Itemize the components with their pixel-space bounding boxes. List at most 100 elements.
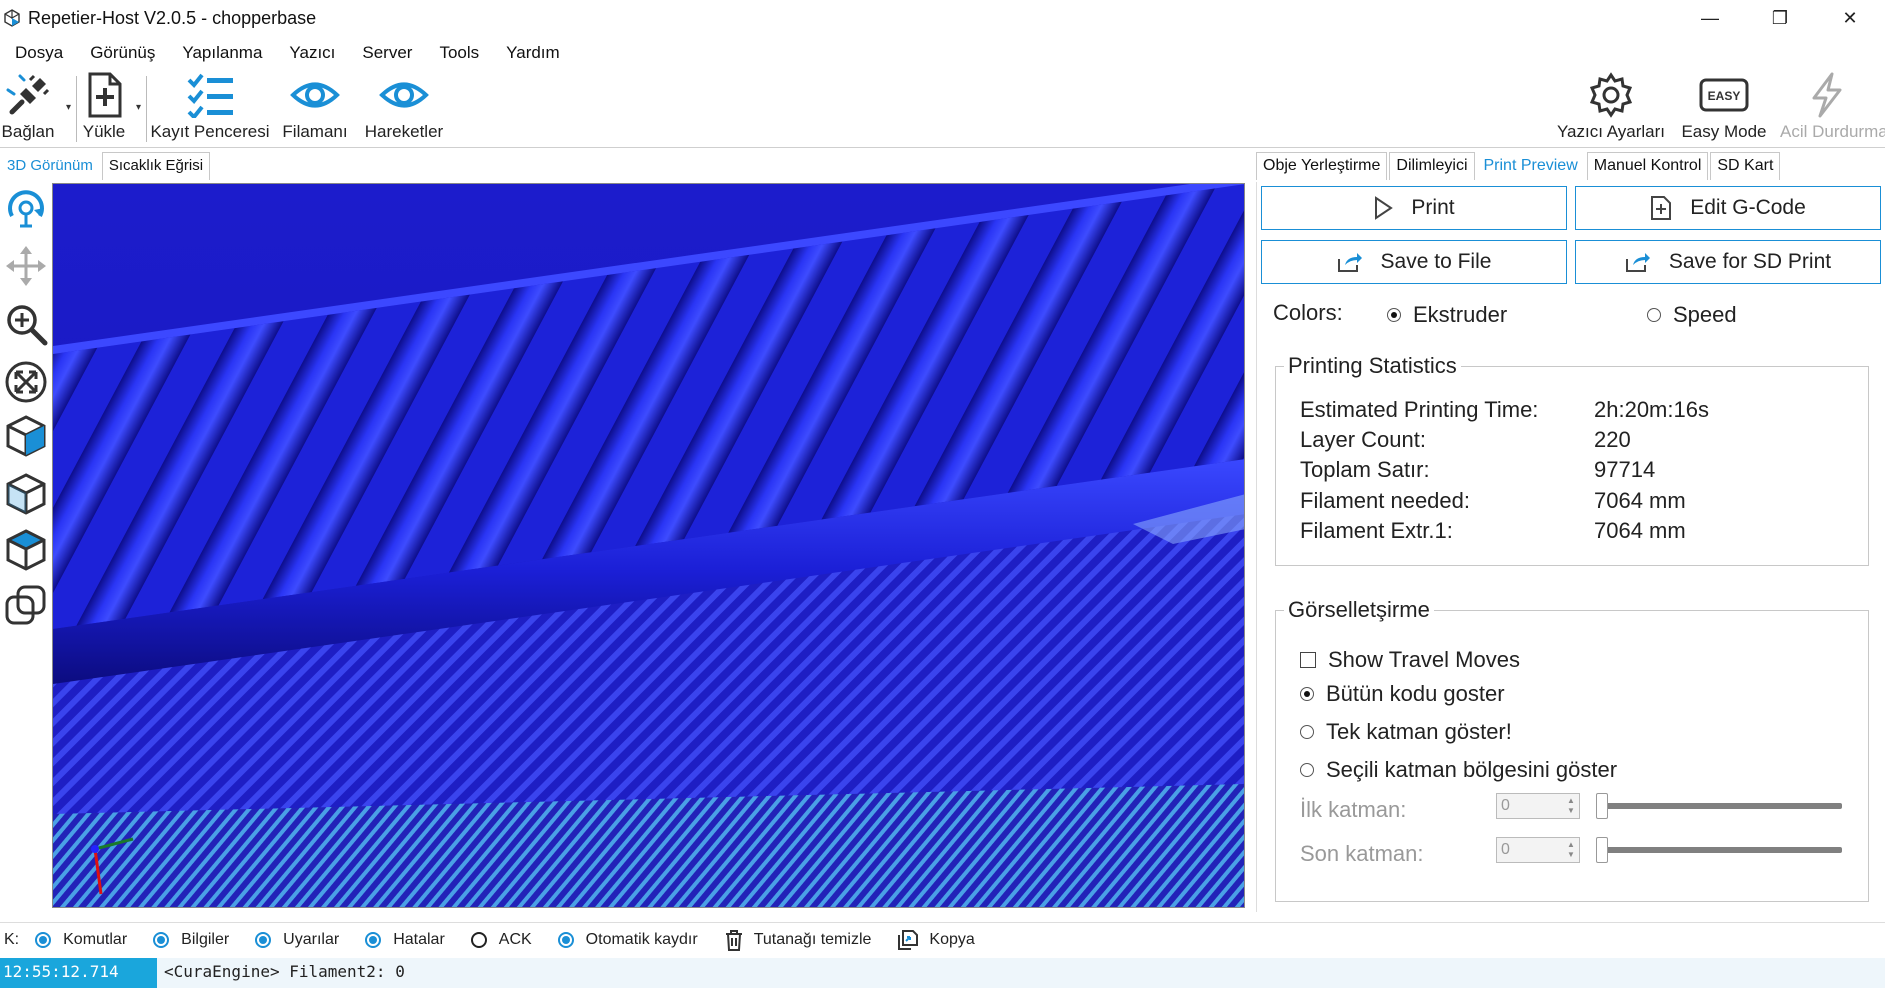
share-icon: [1625, 253, 1650, 272]
side-view-tool[interactable]: [2, 526, 50, 574]
top-view-tool[interactable]: [2, 470, 50, 518]
show-all-radio[interactable]: Bütün kodu goster: [1300, 681, 1505, 707]
log-info-toggle[interactable]: Bilgiler: [153, 931, 229, 949]
fit-view-tool[interactable]: [2, 358, 50, 406]
spinner-arrows-icon[interactable]: ▲ ▼: [1565, 796, 1577, 816]
add-file-icon: [88, 72, 122, 118]
color-extruder-label: Ekstruder: [1413, 302, 1508, 327]
save-for-sd-button[interactable]: Save for SD Print: [1575, 240, 1881, 284]
menu-tools[interactable]: Tools: [424, 43, 491, 63]
save-to-file-label: Save to File: [1380, 250, 1492, 273]
toggle-dot: [255, 931, 272, 948]
view-tools: [0, 184, 52, 904]
last-layer-slider-thumb[interactable]: [1596, 837, 1608, 863]
show-travel-label: Show Travel Moves: [1328, 647, 1520, 672]
clear-log-button[interactable]: Tutanağı temizle: [724, 929, 871, 951]
menu-config[interactable]: Yapılanma: [167, 43, 274, 63]
moves-label: Hareketler: [364, 122, 444, 141]
connect-label: Bağlan: [1, 122, 55, 141]
moves-button[interactable]: Hareketler: [360, 70, 448, 148]
tab-slicer[interactable]: Dilimleyici: [1389, 152, 1475, 180]
eye-icon: [379, 82, 429, 108]
filament-button[interactable]: Filamanı: [280, 70, 350, 148]
connect-button[interactable]: Bağlan: [0, 70, 56, 148]
show-travel-checkbox[interactable]: Show Travel Moves: [1300, 647, 1520, 673]
log-window-button[interactable]: Kayıt Penceresi: [150, 70, 270, 148]
printer-settings-button[interactable]: Yazıcı Ayarları: [1556, 70, 1666, 148]
colors-label: Colors:: [1273, 300, 1343, 325]
log-errors-toggle[interactable]: Hatalar: [365, 931, 445, 949]
log-commands-toggle[interactable]: Komutlar: [35, 931, 127, 949]
stat-key: Estimated Printing Time:: [1300, 397, 1539, 422]
tab-print-preview[interactable]: Print Preview: [1476, 152, 1585, 180]
trash-icon: [725, 929, 742, 951]
tab-sd-card[interactable]: SD Kart: [1710, 152, 1781, 180]
single-layer-radio[interactable]: Tek katman göster!: [1300, 719, 1512, 745]
last-layer-slider[interactable]: [1602, 847, 1842, 853]
spinner-arrows-icon[interactable]: ▲ ▼: [1565, 840, 1577, 860]
copy-log-label: Kopya: [929, 930, 975, 948]
radio-dot: [1647, 308, 1661, 322]
close-button[interactable]: ✕: [1815, 0, 1885, 36]
easy-mode-icon: EASY: [1699, 78, 1749, 112]
zoom-tool[interactable]: [2, 300, 50, 348]
color-speed-radio[interactable]: Speed: [1647, 302, 1737, 328]
log-warnings-label: Uyarılar: [283, 930, 340, 948]
menu-file[interactable]: Dosya: [0, 43, 75, 63]
3d-viewport[interactable]: [52, 183, 1245, 908]
view-tabs: 3D Görünüm Sıcaklık Eğrisi: [0, 152, 212, 180]
tab-object-placement[interactable]: Obje Yerleştirme: [1256, 152, 1388, 180]
parallel-view-tool[interactable]: [2, 582, 50, 630]
visualization-title: Görselletşirme: [1284, 597, 1434, 623]
edit-gcode-label: Edit G-Code: [1690, 196, 1806, 219]
log-ack-toggle[interactable]: ACK: [470, 931, 532, 949]
move-tool[interactable]: [2, 242, 50, 290]
minimize-button[interactable]: —: [1675, 0, 1745, 36]
stat-value: 7064 mm: [1594, 488, 1686, 513]
log-entry[interactable]: 12:55:12.714 <CuraEngine> Filament2: 0: [0, 958, 1885, 988]
log-commands-label: Komutlar: [63, 930, 128, 948]
first-layer-slider-thumb[interactable]: [1596, 793, 1608, 819]
menu-server[interactable]: Server: [347, 43, 424, 63]
save-to-file-button[interactable]: Save to File: [1261, 240, 1567, 284]
menu-help[interactable]: Yardım: [491, 43, 572, 63]
layer-range-label: Seçili katman bölgesini göster: [1326, 757, 1618, 782]
tab-temperature-curve[interactable]: Sıcaklık Eğrisi: [101, 152, 211, 180]
stat-key: Toplam Satır:: [1300, 457, 1430, 482]
tab-3d-view[interactable]: 3D Görünüm: [0, 152, 100, 180]
print-button[interactable]: Print: [1261, 186, 1567, 230]
print-preview-render: [53, 184, 1244, 907]
log-info-label: Bilgiler: [181, 930, 230, 948]
log-warnings-toggle[interactable]: Uyarılar: [255, 931, 339, 949]
color-extruder-radio[interactable]: Ekstruder: [1387, 302, 1507, 328]
toggle-dot: [365, 931, 382, 948]
filament-label: Filamanı: [282, 122, 348, 141]
first-layer-spinner[interactable]: 0 ▲ ▼: [1496, 793, 1580, 819]
overlap-squares-icon: [5, 585, 46, 625]
menu-view[interactable]: Görünüş: [75, 43, 167, 63]
log-autoscroll-toggle[interactable]: Otomatik kaydır: [557, 931, 698, 949]
emergency-stop-button[interactable]: Acil Durdurma: [1780, 70, 1885, 148]
easy-mode-badge: EASY: [1708, 89, 1741, 103]
share-icon: [1337, 253, 1362, 272]
tab-manual-control[interactable]: Manuel Kontrol: [1586, 152, 1709, 180]
edit-gcode-button[interactable]: Edit G-Code: [1575, 186, 1881, 230]
stat-key: Filament needed:: [1300, 488, 1470, 513]
last-layer-spinner[interactable]: 0 ▲ ▼: [1496, 837, 1580, 863]
copy-log-button[interactable]: Kopya: [897, 929, 975, 951]
load-button[interactable]: Yükle: [80, 70, 128, 148]
front-view-tool[interactable]: [2, 412, 50, 460]
title-bar: Repetier-Host V2.0.5 - chopperbase — ❐ ✕: [0, 0, 1885, 36]
connect-dropdown-icon[interactable]: ▾: [66, 102, 71, 113]
first-layer-slider[interactable]: [1602, 803, 1842, 809]
radio-dot: [1387, 308, 1401, 322]
easy-mode-button[interactable]: EASY Easy Mode: [1678, 70, 1770, 148]
maximize-button[interactable]: ❐: [1745, 0, 1815, 36]
rotate-tool[interactable]: [2, 184, 50, 232]
first-layer-value: 0: [1501, 797, 1510, 814]
load-dropdown-icon[interactable]: ▾: [136, 102, 141, 113]
checklist-icon: [187, 73, 233, 118]
layer-range-radio[interactable]: Seçili katman bölgesini göster: [1300, 757, 1617, 783]
rotate-icon: [8, 190, 44, 228]
menu-printer[interactable]: Yazıcı: [274, 43, 347, 63]
